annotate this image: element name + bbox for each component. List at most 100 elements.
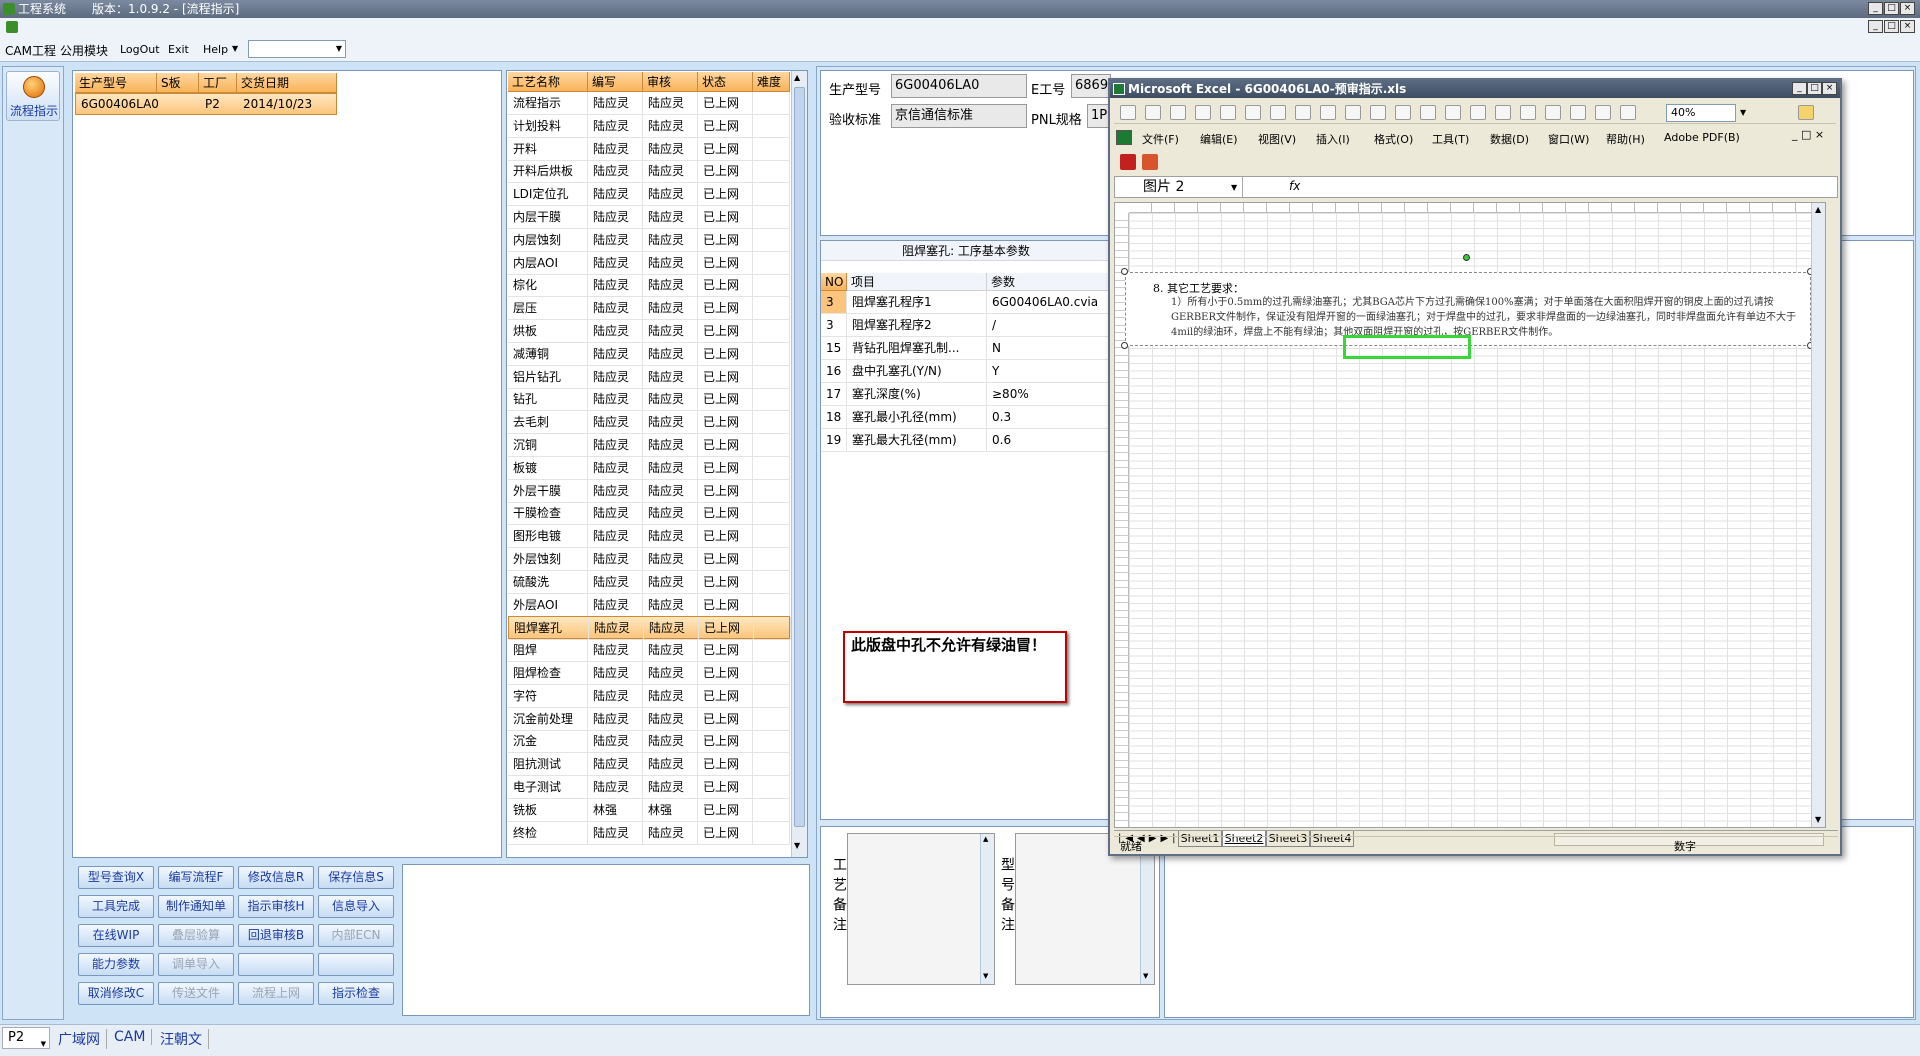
- row-header[interactable]: [1115, 603, 1129, 611]
- minimize-icon[interactable]: _: [1868, 2, 1883, 15]
- top-combo[interactable]: ▼: [248, 40, 346, 58]
- process-row[interactable]: 沉金 陆应灵 陆应灵 已上网: [508, 730, 790, 754]
- sheet-scroll-up-icon[interactable]: ▲: [1815, 205, 1821, 214]
- research-icon[interactable]: [1320, 105, 1336, 120]
- column-header[interactable]: [1566, 203, 1589, 213]
- scroll-down-icon[interactable]: ▼: [794, 841, 800, 850]
- action-button[interactable]: 保存信息S: [318, 866, 394, 889]
- process-row[interactable]: 外层蚀刻 陆应灵 陆应灵 已上网: [508, 548, 790, 571]
- column-header[interactable]: [1382, 203, 1405, 213]
- row-header[interactable]: [1115, 678, 1129, 686]
- process-col-header[interactable]: 编写: [588, 72, 643, 92]
- row-header[interactable]: [1115, 408, 1129, 416]
- paste-icon[interactable]: [1395, 105, 1411, 120]
- action-button[interactable]: 工具完成: [78, 895, 154, 918]
- process-col-header[interactable]: 审核: [643, 72, 698, 92]
- row-header[interactable]: [1115, 798, 1129, 806]
- process-row[interactable]: 阻焊 陆应灵 陆应灵 已上网: [508, 639, 790, 663]
- params-col-header[interactable]: NO: [821, 273, 847, 291]
- row-header[interactable]: [1115, 655, 1129, 663]
- row-header[interactable]: [1115, 228, 1129, 236]
- excel-maximize-icon[interactable]: □: [1807, 82, 1822, 95]
- process-row[interactable]: 阻焊塞孔 陆应灵 陆应灵 已上网: [508, 616, 791, 641]
- column-header[interactable]: [1704, 203, 1727, 213]
- row-header[interactable]: [1115, 258, 1129, 266]
- row-header[interactable]: [1115, 220, 1129, 228]
- excel-menu-item[interactable]: 插入(I): [1316, 131, 1350, 147]
- process-row[interactable]: 电子测试 陆应灵 陆应灵 已上网: [508, 776, 790, 799]
- namebox-dropdown-icon[interactable]: ▼: [1231, 183, 1237, 192]
- action-button[interactable]: 指示审核H: [238, 895, 314, 918]
- row-header[interactable]: [1115, 243, 1129, 251]
- sort-asc-icon[interactable]: [1545, 105, 1561, 120]
- model-remark-scroll-down-icon[interactable]: ▼: [1143, 972, 1148, 980]
- column-header[interactable]: [1520, 203, 1543, 213]
- column-header[interactable]: [1497, 203, 1520, 213]
- remark-scroll-down-icon[interactable]: ▼: [983, 972, 988, 980]
- help-dropdown-icon[interactable]: ▼: [232, 44, 238, 53]
- excel-menu-item[interactable]: 格式(O): [1374, 131, 1413, 147]
- column-header[interactable]: [1359, 203, 1382, 213]
- excel-doc-controls-icon[interactable]: _ □ ×: [1792, 128, 1824, 141]
- undo-icon[interactable]: [1445, 105, 1461, 120]
- param-row[interactable]: 17 塞孔深度(%) ≥80%: [821, 383, 1111, 406]
- factory-select[interactable]: P2 ▼: [2, 1027, 50, 1049]
- column-header[interactable]: [1474, 203, 1497, 213]
- column-header[interactable]: [1543, 203, 1566, 213]
- row-header[interactable]: [1115, 588, 1129, 596]
- column-header[interactable]: [1290, 203, 1313, 213]
- process-row[interactable]: 去毛刺 陆应灵 陆应灵 已上网: [508, 411, 790, 435]
- row-header[interactable]: [1115, 580, 1129, 588]
- param-row[interactable]: 19 塞孔最大孔径(mm) 0.6: [821, 429, 1111, 452]
- column-header[interactable]: [1635, 203, 1658, 213]
- row-header[interactable]: [1115, 805, 1129, 813]
- row-header[interactable]: [1115, 445, 1129, 453]
- process-row[interactable]: 层压 陆应灵 陆应灵 已上网: [508, 297, 790, 321]
- params-col-header[interactable]: 项目: [847, 273, 987, 291]
- row-header[interactable]: [1115, 483, 1129, 491]
- menu-logout[interactable]: LogOut: [120, 43, 160, 56]
- process-row[interactable]: 阻抗测试 陆应灵 陆应灵 已上网: [508, 753, 790, 777]
- action-button[interactable]: 型号查询X: [78, 866, 154, 889]
- row-header[interactable]: [1115, 813, 1129, 821]
- excel-menu-item[interactable]: 帮助(H): [1606, 131, 1645, 147]
- process-row[interactable]: 干膜检查 陆应灵 陆应灵 已上网: [508, 502, 790, 526]
- column-header[interactable]: [1727, 203, 1750, 213]
- preview-icon[interactable]: [1270, 105, 1286, 120]
- action-button[interactable]: 修改信息R: [238, 866, 314, 889]
- row-header[interactable]: [1115, 430, 1129, 438]
- row-header[interactable]: [1115, 760, 1129, 768]
- param-row[interactable]: 18 塞孔最小孔径(mm) 0.3: [821, 406, 1111, 429]
- param-row[interactable]: 3 阻焊塞孔程序2/: [821, 314, 1111, 337]
- zoom-box[interactable]: 40%: [1666, 104, 1736, 122]
- print-icon[interactable]: [1245, 105, 1261, 120]
- column-header[interactable]: [1405, 203, 1428, 213]
- row-header[interactable]: [1115, 423, 1129, 431]
- sheet-grid[interactable]: 8. 其它工艺要求： 1）所有小于0.5mm的过孔需绿油塞孔；尤其BGA芯片下方…: [1114, 202, 1826, 828]
- row-header[interactable]: [1115, 460, 1129, 468]
- zoom-dropdown-icon[interactable]: ▼: [1740, 108, 1746, 117]
- process-row[interactable]: 铣板 林强 林强 已上网: [508, 798, 790, 822]
- column-header[interactable]: [1451, 203, 1474, 213]
- row-header[interactable]: [1115, 535, 1129, 543]
- process-row[interactable]: 板镀 陆应灵 陆应灵 已上网: [508, 456, 790, 480]
- process-row[interactable]: 外层AOI 陆应灵 陆应灵 已上网: [508, 593, 790, 617]
- row-header[interactable]: [1115, 355, 1129, 363]
- process-row[interactable]: 铝片钻孔 陆应灵 陆应灵 已上网: [508, 365, 790, 389]
- row-header[interactable]: [1115, 730, 1129, 738]
- column-header[interactable]: [1612, 203, 1635, 213]
- process-row[interactable]: 内层干膜 陆应灵 陆应灵 已上网: [508, 206, 790, 229]
- excel-menu-item[interactable]: 窗口(W): [1548, 131, 1589, 147]
- process-row[interactable]: 终检 陆应灵 陆应灵 已上网: [508, 821, 790, 845]
- process-row[interactable]: 流程指示 陆应灵 陆应灵 已上网: [508, 92, 790, 115]
- process-row[interactable]: 计划投料 陆应灵 陆应灵 已上网: [508, 114, 790, 138]
- fx-icon[interactable]: fx: [1289, 179, 1300, 193]
- action-button[interactable]: 编写流程F: [158, 866, 234, 889]
- row-header[interactable]: [1115, 528, 1129, 536]
- row-header[interactable]: [1115, 700, 1129, 708]
- row-header[interactable]: [1115, 520, 1129, 528]
- column-header[interactable]: [1428, 203, 1451, 213]
- row-header[interactable]: [1115, 693, 1129, 701]
- process-scrollbar[interactable]: ▲ ▼: [791, 71, 807, 857]
- column-header[interactable]: [1129, 203, 1152, 213]
